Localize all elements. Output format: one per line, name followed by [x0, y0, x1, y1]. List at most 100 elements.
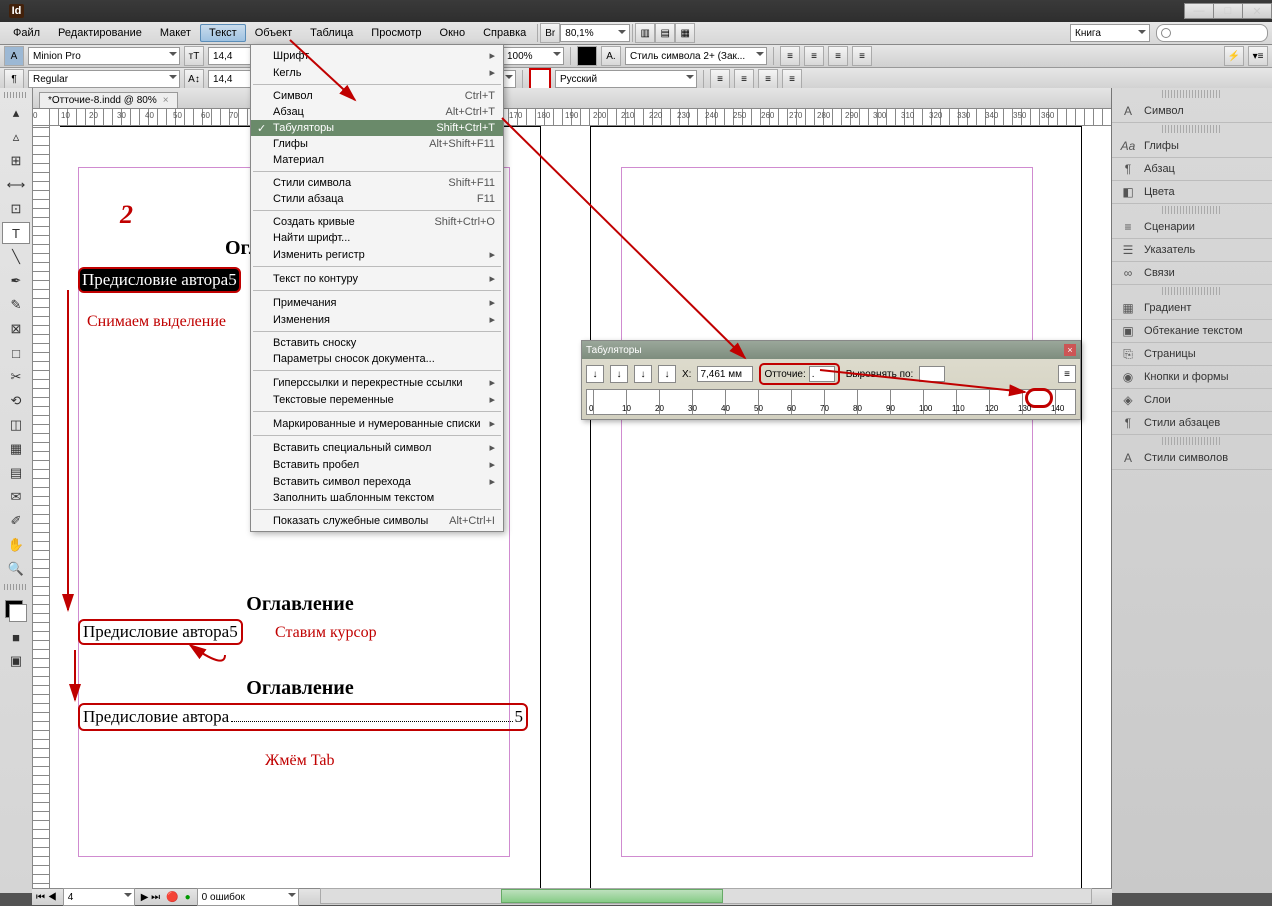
content-tool[interactable]: ⊡: [2, 198, 30, 220]
menu-текст[interactable]: Текст: [200, 24, 246, 42]
para-mode-icon[interactable]: ¶: [4, 69, 24, 89]
char-mode-icon[interactable]: A: [4, 46, 24, 66]
apply-color[interactable]: ■: [2, 626, 30, 648]
gradient-tool[interactable]: ▦: [2, 438, 30, 460]
tab-left-icon[interactable]: ↓: [586, 365, 604, 383]
scaleV-combo[interactable]: 100%: [502, 47, 564, 65]
workspace-combo[interactable]: Книга: [1070, 24, 1150, 42]
gap-tool[interactable]: ⟷: [2, 174, 30, 196]
tabulators-panel[interactable]: Табуляторы× ↓ ↓ ↓ ↓ X: Отточие: Выровнят…: [581, 340, 1081, 420]
menuitem-стили-абзаца[interactable]: Стили абзацаF11: [251, 191, 503, 207]
tabpanel-close-icon[interactable]: ×: [1064, 344, 1076, 356]
panel-символ[interactable]: AСимвол: [1112, 100, 1272, 123]
scale-tool[interactable]: ◫: [2, 414, 30, 436]
tab-right-icon[interactable]: ↓: [634, 365, 652, 383]
close-button[interactable]: ✕: [1242, 4, 1271, 18]
zoom-combo[interactable]: 80,1%: [560, 24, 630, 42]
menuitem-шрифт[interactable]: Шрифт▸: [251, 47, 503, 64]
canvas[interactable]: Огл Предисловие автора5 Снимаем выделени…: [50, 126, 1111, 893]
menuitem-материал[interactable]: Материал: [251, 152, 503, 168]
search-input[interactable]: [1156, 24, 1268, 42]
gradient2-tool[interactable]: ▤: [2, 462, 30, 484]
lang-combo[interactable]: Русский: [555, 70, 697, 88]
menuitem-заполнить-шаблонным-текстом[interactable]: Заполнить шаблонным текстом: [251, 490, 503, 506]
color-swatches[interactable]: [3, 598, 29, 624]
menu-макет[interactable]: Макет: [151, 24, 200, 42]
menuitem-текст-по-контуру[interactable]: Текст по контуру▸: [251, 270, 503, 287]
align-j4-icon[interactable]: ≡: [782, 69, 802, 89]
menu-справка[interactable]: Справка: [474, 24, 535, 42]
transform-tool[interactable]: ⟲: [2, 390, 30, 412]
preflight-icon[interactable]: ●: [185, 892, 191, 903]
minimize-button[interactable]: —: [1185, 4, 1213, 18]
panel-цвета[interactable]: ◧Цвета: [1112, 181, 1272, 204]
eyedrop-tool[interactable]: ✐: [2, 510, 30, 532]
hand-tool[interactable]: ✋: [2, 534, 30, 556]
type-tool[interactable]: T: [2, 222, 30, 244]
scissors-tool[interactable]: ✂: [2, 366, 30, 388]
menu-окно[interactable]: Окно: [431, 24, 475, 42]
menuitem-вставить-пробел[interactable]: Вставить пробел▸: [251, 456, 503, 473]
stroke-swatch[interactable]: [529, 68, 551, 90]
align-left-icon[interactable]: ≡: [780, 46, 800, 66]
leader-input[interactable]: [809, 366, 835, 382]
tabpanel-menu-icon[interactable]: ≡: [1058, 365, 1076, 383]
page-nav-prev[interactable]: ⏮ ◀: [36, 892, 57, 903]
note-tool[interactable]: ✉: [2, 486, 30, 508]
menu-редактирование[interactable]: Редактирование: [49, 24, 151, 42]
menuitem-маркированные-и-нумерованные-списки[interactable]: Маркированные и нумерованные списки▸: [251, 415, 503, 432]
menuitem-вставить-сноску[interactable]: Вставить сноску: [251, 335, 503, 351]
menuitem-символ[interactable]: СимволCtrl+T: [251, 88, 503, 104]
selection-tool[interactable]: ▴: [2, 102, 30, 124]
fontstyle-combo[interactable]: Regular: [28, 70, 180, 88]
x-input[interactable]: [697, 366, 753, 382]
align-input[interactable]: [919, 366, 945, 382]
panel-стили-символов[interactable]: AСтили символов: [1112, 447, 1272, 470]
panel-слои[interactable]: ◈Слои: [1112, 389, 1272, 412]
align-center-icon[interactable]: ≡: [804, 46, 824, 66]
menuitem-вставить-специальный-символ[interactable]: Вставить специальный символ▸: [251, 439, 503, 456]
menuitem-создать-кривые[interactable]: Создать кривыеShift+Ctrl+O: [251, 214, 503, 230]
panel-абзац[interactable]: ¶Абзац: [1112, 158, 1272, 181]
screen-mode-icon[interactable]: ▤: [655, 23, 675, 43]
menuitem-абзац[interactable]: АбзацAlt+Ctrl+T: [251, 104, 503, 120]
close-tab-icon[interactable]: ×: [163, 95, 169, 106]
panel-связи[interactable]: ∞Связи: [1112, 262, 1272, 285]
menuitem-глифы[interactable]: ГлифыAlt+Shift+F11: [251, 136, 503, 152]
menuitem-параметры-сносок-документа...[interactable]: Параметры сносок документа...: [251, 351, 503, 367]
panel-menu-icon[interactable]: ▾≡: [1248, 46, 1268, 66]
doc-tab[interactable]: *Отточие-8.indd @ 80%×: [39, 92, 178, 108]
align-j3-icon[interactable]: ≡: [758, 69, 778, 89]
direct-select-tool[interactable]: ▵: [2, 126, 30, 148]
panel-страницы[interactable]: ⎘Страницы: [1112, 343, 1272, 366]
pen-tool[interactable]: ✒: [2, 270, 30, 292]
rect-tool[interactable]: □: [2, 342, 30, 364]
menuitem-гиперссылки-и-перекрестные-ссылки[interactable]: Гиперссылки и перекрестные ссылки▸: [251, 374, 503, 391]
menuitem-табуляторы[interactable]: ✓ТабуляторыShift+Ctrl+T: [251, 120, 503, 136]
line-tool[interactable]: ╲: [2, 246, 30, 268]
menuitem-изменить-регистр[interactable]: Изменить регистр▸: [251, 246, 503, 263]
maximize-button[interactable]: □: [1213, 4, 1242, 18]
menuitem-изменения[interactable]: Изменения▸: [251, 311, 503, 328]
menuitem-кегль[interactable]: Кегль▸: [251, 64, 503, 81]
tab-center-icon[interactable]: ↓: [610, 365, 628, 383]
panel-обтекание-текстом[interactable]: ▣Обтекание текстом: [1112, 320, 1272, 343]
fill-swatch[interactable]: [577, 46, 597, 66]
menu-объект[interactable]: Объект: [246, 24, 301, 42]
panel-градиент[interactable]: ▦Градиент: [1112, 297, 1272, 320]
page-tool[interactable]: ⊞: [2, 150, 30, 172]
tabpanel-title[interactable]: Табуляторы×: [582, 341, 1080, 359]
panel-стили-абзацев[interactable]: ¶Стили абзацев: [1112, 412, 1272, 435]
menuitem-стили-символа[interactable]: Стили символаShift+F11: [251, 175, 503, 191]
ruler-h[interactable]: 0102030405060708090100110120130140150160…: [33, 109, 1111, 126]
arrange-icon[interactable]: ▦: [675, 23, 695, 43]
view-mode-icon[interactable]: ▥: [635, 23, 655, 43]
align-j2-icon[interactable]: ≡: [734, 69, 754, 89]
align-j1-icon[interactable]: ≡: [710, 69, 730, 89]
bridge-icon[interactable]: Br: [540, 23, 560, 43]
menu-таблица[interactable]: Таблица: [301, 24, 362, 42]
page-nav-next[interactable]: ▶ ⏭: [141, 892, 160, 903]
panel-глифы[interactable]: AaГлифы: [1112, 135, 1272, 158]
zoom-tool[interactable]: 🔍: [2, 558, 30, 580]
charstyle-combo[interactable]: Стиль символа 2+ (Зак...: [625, 47, 767, 65]
